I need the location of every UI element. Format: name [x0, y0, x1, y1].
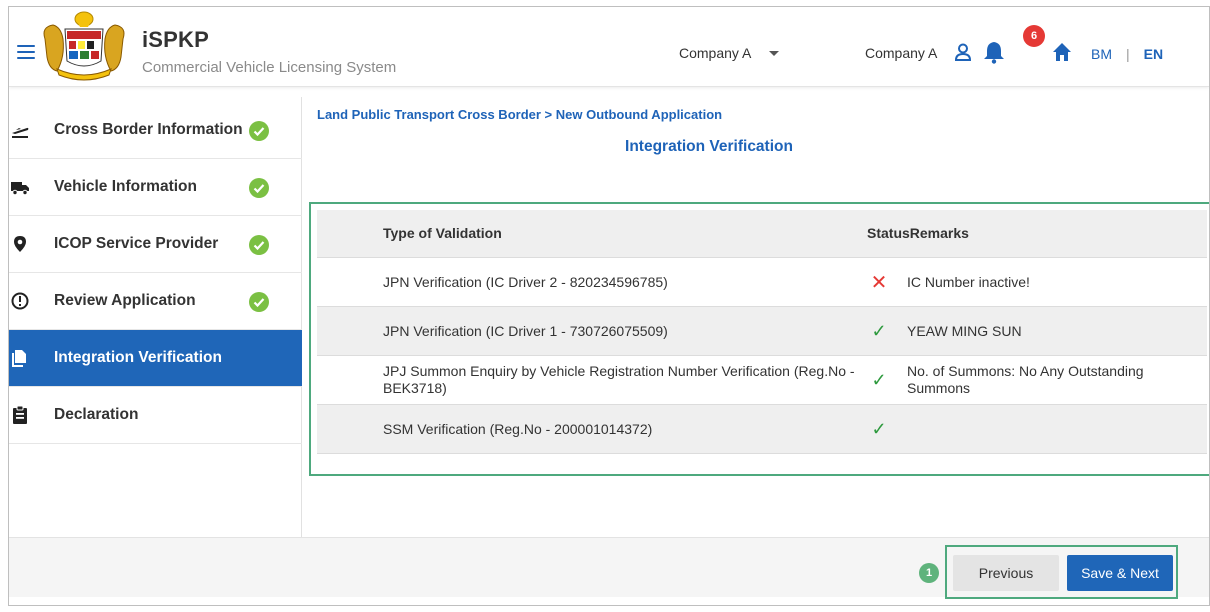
breadcrumb: Land Public Transport Cross Border > New…	[317, 107, 723, 122]
table-row: JPJ Summon Enquiry by Vehicle Registrati…	[317, 356, 1207, 405]
caret-down-icon	[769, 50, 780, 56]
app-subtitle: Commercial Vehicle Licensing System	[142, 59, 397, 76]
notification-bell-icon[interactable]	[981, 39, 1007, 65]
sidebar-item-label: ICOP Service Provider	[54, 235, 219, 252]
sidebar-item-label: Integration Verification	[54, 349, 222, 366]
header-type-of-validation: Type of Validation	[383, 225, 502, 241]
check-circle-icon	[249, 292, 269, 312]
table-row: SSM Verification (Reg.No - 200001014372)…	[317, 405, 1207, 454]
table-row: JPN Verification (IC Driver 1 - 73072607…	[317, 307, 1207, 356]
sidebar-item-cross-border-information[interactable]: Cross Border Information	[9, 102, 302, 159]
company-dropdown-value: Company A	[679, 45, 752, 61]
lang-bm-link[interactable]: BM	[1091, 46, 1112, 62]
action-buttons-highlight: Previous Save & Next	[945, 545, 1178, 599]
header-status-remarks: StatusRemarks	[867, 225, 969, 241]
departure-icon	[12, 127, 29, 138]
status-pass-icon: ✓	[871, 320, 887, 341]
clipboard-icon	[13, 406, 27, 424]
validation-type: JPN Verification (IC Driver 2 - 82023459…	[383, 273, 668, 290]
user-profile-icon[interactable]	[954, 43, 972, 61]
company-name: Company A	[865, 45, 938, 61]
validation-remarks	[907, 405, 1187, 453]
previous-button[interactable]: Previous	[953, 555, 1059, 591]
top-header: iSPKP Commercial Vehicle Licensing Syste…	[9, 7, 1209, 87]
sidebar-item-label: Vehicle Information	[54, 178, 197, 195]
sidebar-item-label: Cross Border Information	[54, 121, 243, 138]
table-header: Type of Validation StatusRemarks	[317, 210, 1207, 258]
sidebar-item-review-application[interactable]: Review Application	[9, 273, 302, 330]
save-and-next-button[interactable]: Save & Next	[1067, 555, 1173, 591]
info-circle-icon	[11, 292, 29, 310]
sidebar-item-declaration[interactable]: Declaration	[9, 387, 302, 444]
validation-type: JPN Verification (IC Driver 1 - 73072607…	[383, 322, 668, 339]
validation-table-highlight: Type of Validation StatusRemarks JPN Ver…	[309, 202, 1209, 476]
validation-table: Type of Validation StatusRemarks JPN Ver…	[317, 210, 1207, 454]
company-dropdown[interactable]: Company A	[679, 45, 780, 61]
lang-en-link[interactable]: EN	[1144, 46, 1163, 62]
footer-actions: 1 Previous Save & Next	[9, 537, 1209, 599]
validation-remarks: YEAW MING SUN	[907, 322, 1022, 339]
sidebar-steps: Cross Border Information Vehicle Informa…	[9, 97, 302, 537]
step-number-badge: 1	[919, 563, 939, 583]
validation-remarks: No. of Summons: No Any Outstanding Summo…	[907, 363, 1144, 396]
table-row: JPN Verification (IC Driver 2 - 82023459…	[317, 258, 1207, 307]
status-pass-icon: ✓	[871, 369, 887, 390]
check-circle-icon	[249, 121, 269, 141]
validation-type: JPJ Summon Enquiry by Vehicle Registrati…	[383, 363, 855, 396]
sidebar-item-label: Declaration	[54, 406, 139, 423]
status-fail-icon: ✕	[870, 271, 888, 294]
menu-icon[interactable]	[17, 45, 35, 59]
language-switcher: BM | EN	[1091, 46, 1163, 62]
coat-of-arms-logo	[43, 11, 125, 81]
page-title: Integration Verification	[625, 138, 793, 155]
sidebar-item-label: Review Application	[54, 292, 196, 309]
validation-remarks: IC Number inactive!	[907, 273, 1030, 290]
validation-type: SSM Verification (Reg.No - 200001014372)	[383, 420, 653, 437]
sidebar-item-vehicle-information[interactable]: Vehicle Information	[9, 159, 302, 216]
sidebar-item-integration-verification[interactable]: Integration Verification	[9, 330, 302, 387]
notification-count-badge: 6	[1023, 25, 1045, 47]
truck-icon	[11, 182, 29, 196]
check-circle-icon	[249, 235, 269, 255]
check-circle-icon	[249, 178, 269, 198]
home-icon[interactable]	[1052, 42, 1072, 62]
lang-separator: |	[1126, 46, 1130, 62]
location-pin-icon	[14, 236, 26, 252]
sidebar-item-icop-service-provider[interactable]: ICOP Service Provider	[9, 216, 302, 273]
documents-icon	[12, 350, 26, 367]
status-pass-icon: ✓	[871, 418, 887, 439]
app-title: iSPKP	[142, 27, 210, 52]
app-window: iSPKP Commercial Vehicle Licensing Syste…	[8, 6, 1210, 606]
